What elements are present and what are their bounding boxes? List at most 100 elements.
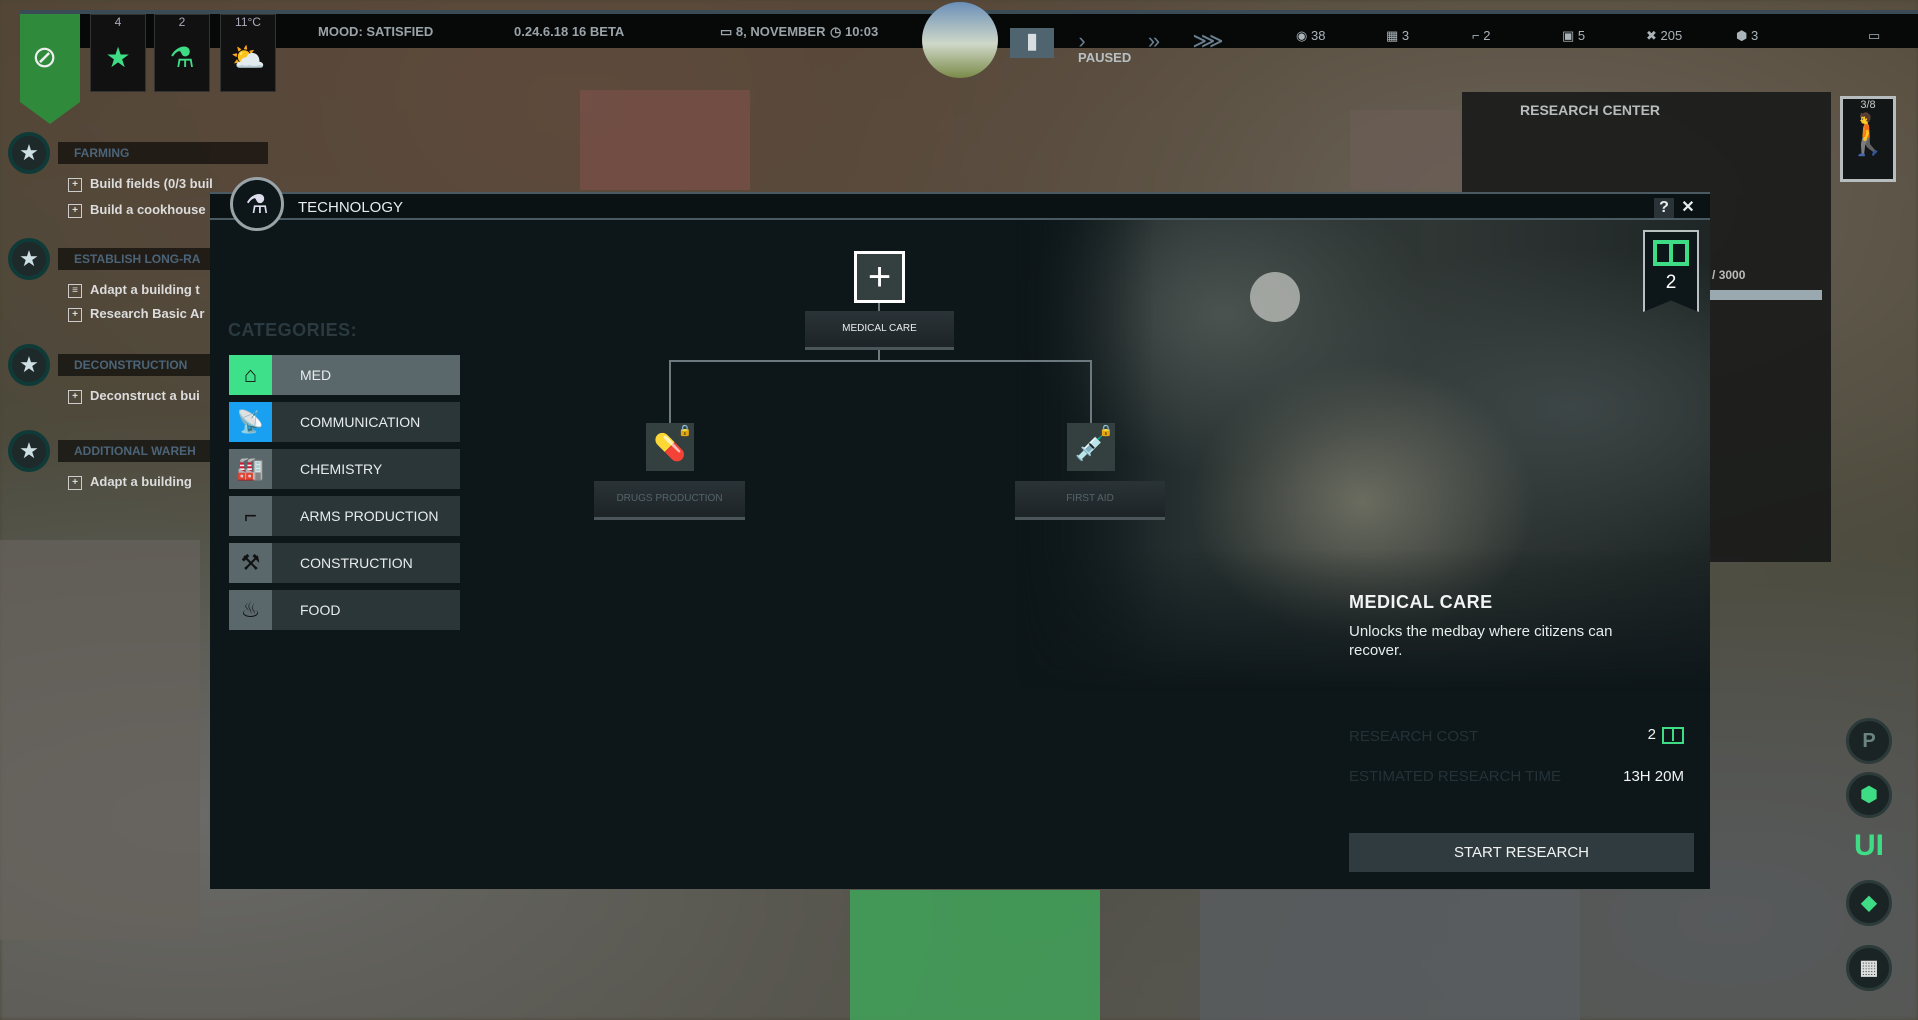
- pause-button[interactable]: ▮: [1010, 28, 1054, 58]
- tech-node-first-aid[interactable]: 💉 🔒: [1067, 423, 1115, 471]
- star-icon: ★: [8, 238, 50, 280]
- quest-title: FARMING: [58, 142, 268, 164]
- tree-connector: [1090, 360, 1092, 423]
- side-button-grid[interactable]: ▦: [1846, 945, 1892, 991]
- quest-long-range[interactable]: ★ ESTABLISH LONG-RA ≡ Adapt a building t …: [8, 238, 268, 322]
- cross-icon: +: [867, 254, 892, 299]
- research-time-value: 13H 20M: [1623, 768, 1684, 785]
- resource-storage[interactable]: ⬢ 3: [1736, 28, 1758, 44]
- quest-item: + Build a cookhouse: [68, 202, 206, 218]
- quest-warehouse[interactable]: ★ ADDITIONAL WAREH + Adapt a building: [8, 430, 268, 490]
- quest-deconstruction[interactable]: ★ DECONSTRUCTION + Deconstruct a bui: [8, 344, 268, 404]
- tree-connector: [878, 303, 880, 311]
- tech-description: Unlocks the medbay where citizens can re…: [1349, 623, 1613, 659]
- cube-icon: ⬢: [1860, 784, 1878, 806]
- quest-item: + Deconstruct a bui: [68, 388, 200, 404]
- weapon-icon: ⌐: [1472, 28, 1484, 43]
- research-progress-bar: [1702, 290, 1822, 300]
- bowl-icon: ♨: [229, 590, 272, 630]
- med-house-icon: ⌂: [229, 355, 272, 395]
- no-alert-badge[interactable]: ⊘: [20, 14, 80, 124]
- research-time-label: ESTIMATED RESEARCH TIME: [1349, 768, 1561, 785]
- resource-citizens[interactable]: ◉ 38: [1296, 28, 1325, 44]
- resource-housing[interactable]: ▦ 3: [1386, 28, 1409, 44]
- menu-button[interactable]: ▭: [1868, 28, 1880, 44]
- tech-node-drugs-production[interactable]: 💊 🔒: [646, 423, 694, 471]
- category-chemistry[interactable]: 🏭 CHEMISTRY: [229, 449, 460, 489]
- quest-item: + Adapt a building: [68, 474, 192, 490]
- tech-label-medical-care[interactable]: MEDICAL CARE: [805, 311, 954, 350]
- weather-icon: ⛅: [230, 42, 266, 73]
- speed-3-button[interactable]: ⋙: [1186, 28, 1230, 58]
- grid-icon: ▦: [1859, 957, 1879, 979]
- building: [1350, 110, 1460, 190]
- time-label: ◷ 10:03: [830, 24, 879, 39]
- lock-icon: 🔒: [1099, 425, 1113, 437]
- hud-tile-weather[interactable]: 11°C ⛅: [220, 14, 276, 92]
- building: [1200, 890, 1580, 1020]
- book-icon: [1662, 726, 1684, 744]
- close-button[interactable]: ✕: [1678, 198, 1698, 218]
- side-button-cube[interactable]: ⬢: [1846, 772, 1892, 818]
- flask-icon: ⚗: [169, 42, 195, 73]
- selected-building[interactable]: [850, 890, 1100, 1020]
- building: [0, 540, 200, 940]
- help-button[interactable]: ?: [1654, 198, 1674, 218]
- star-icon: ★: [8, 430, 50, 472]
- quest-farming[interactable]: ★ FARMING + Build fields (0/3 buil + Build…: [8, 132, 268, 218]
- flask-icon: ⚗: [230, 177, 284, 231]
- housing-icon: ▦: [1386, 28, 1402, 43]
- technology-dialog: TECHNOLOGY ? ✕ ⚗ 2 CATEGORIES: ⌂ MED 📡 COM…: [210, 177, 1710, 889]
- storage-icon: ⬢: [1736, 28, 1751, 43]
- calendar-icon: ▭: [720, 24, 736, 39]
- research-points-badge: 2: [1643, 230, 1699, 312]
- category-communication[interactable]: 📡 COMMUNICATION: [229, 402, 460, 442]
- med-icon: ▣: [1562, 28, 1578, 43]
- no-entry-icon: ⊘: [32, 41, 58, 74]
- citizens-icon: ◉: [1296, 28, 1311, 43]
- category-construction[interactable]: ⚒ CONSTRUCTION: [229, 543, 460, 583]
- quest-item: + Build fields (0/3 buil: [68, 176, 213, 192]
- quest-item: ≡ Adapt a building t: [68, 282, 200, 298]
- tech-label-drugs-production[interactable]: DRUGS PRODUCTION: [594, 481, 745, 520]
- tech-label-first-aid[interactable]: FIRST AID: [1015, 481, 1165, 520]
- star-icon: ★: [8, 344, 50, 386]
- book-icon: [1653, 240, 1689, 266]
- illustration-lamp: [1250, 272, 1300, 322]
- antenna-icon: 📡: [229, 402, 272, 442]
- side-button-ui[interactable]: UI: [1846, 826, 1892, 872]
- tech-title: MEDICAL CARE: [1349, 592, 1493, 612]
- research-cost-value: 2: [1648, 726, 1684, 744]
- resource-med[interactable]: ▣ 5: [1562, 28, 1585, 44]
- tools-icon: ⚒: [229, 543, 272, 583]
- side-button-layers[interactable]: ◆: [1846, 880, 1892, 926]
- panel-title: RESEARCH CENTER: [1520, 102, 1661, 118]
- factory-icon: 🏭: [229, 449, 272, 489]
- walking-person-icon: 🚶: [1843, 113, 1893, 157]
- start-research-button[interactable]: START RESEARCH: [1349, 833, 1694, 872]
- building: [580, 90, 750, 190]
- tree-connector: [669, 360, 1092, 362]
- categories-heading: CATEGORIES:: [228, 320, 358, 340]
- rifle-icon: ⌐: [229, 496, 272, 536]
- category-food[interactable]: ♨ FOOD: [229, 590, 460, 630]
- category-med[interactable]: ⌂ MED: [229, 355, 460, 395]
- side-button-p[interactable]: P: [1846, 718, 1892, 764]
- clock-icon: ◷: [830, 24, 845, 39]
- hud-tile-research[interactable]: 2 ⚗: [154, 14, 210, 92]
- mood-status[interactable]: MOOD: SATISFIED: [318, 24, 433, 39]
- lock-icon: 🔒: [678, 425, 692, 437]
- dialog-title-bar: TECHNOLOGY ? ✕: [210, 192, 1710, 220]
- version-label: 0.24.6.18 16 BETA: [514, 24, 625, 39]
- speed-2-button[interactable]: »: [1132, 28, 1176, 58]
- star-icon: ★: [8, 132, 50, 174]
- resource-weapons[interactable]: ⌐ 2: [1472, 28, 1490, 43]
- category-arms-production[interactable]: ⌐ ARMS PRODUCTION: [229, 496, 460, 536]
- workers-button[interactable]: 3/8 🚶: [1840, 96, 1896, 182]
- resource-tools[interactable]: ✖ 205: [1646, 28, 1682, 44]
- quest-item: + Research Basic Ar: [68, 306, 204, 322]
- technology-illustration: [1015, 220, 1710, 690]
- hud-tile-stars[interactable]: 4 ★: [90, 14, 146, 92]
- tech-node-medical-care[interactable]: +: [854, 251, 905, 303]
- star-icon: ★: [105, 42, 131, 73]
